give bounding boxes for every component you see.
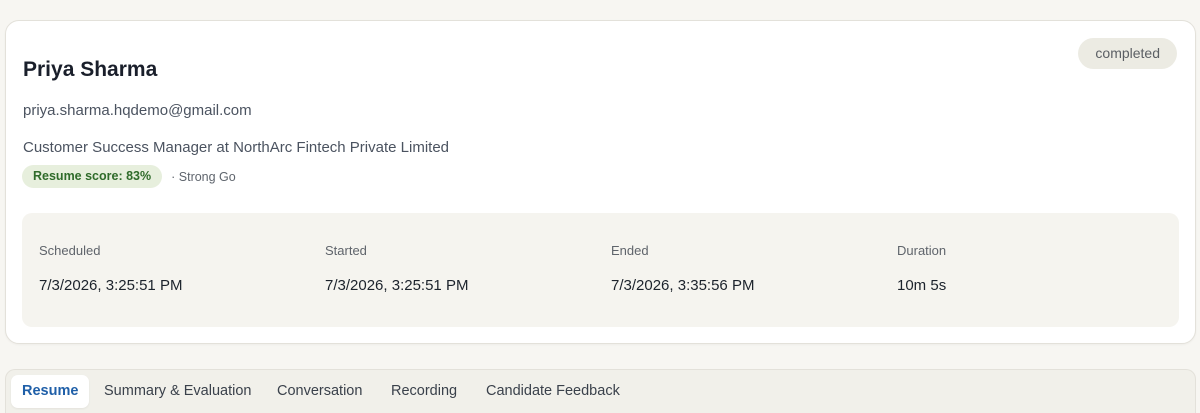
tab-conversation[interactable]: Conversation bbox=[266, 375, 373, 408]
candidate-role: Customer Success Manager at NorthArc Fin… bbox=[23, 139, 449, 156]
detail-value: 7/3/2026, 3:25:51 PM bbox=[325, 277, 469, 294]
tab-candidate-feedback[interactable]: Candidate Feedback bbox=[475, 375, 631, 408]
detail-value: 10m 5s bbox=[897, 277, 947, 294]
tab-bar: Resume Summary & Evaluation Conversation… bbox=[5, 369, 1196, 413]
detail-label: Started bbox=[325, 243, 367, 258]
tab-recording[interactable]: Recording bbox=[380, 375, 468, 408]
candidate-email: priya.sharma.hqdemo@gmail.com bbox=[23, 102, 252, 119]
detail-label: Scheduled bbox=[39, 243, 101, 258]
candidate-name: Priya Sharma bbox=[23, 58, 158, 81]
status-badge: completed bbox=[1078, 38, 1177, 69]
tab-summary-evaluation[interactable]: Summary & Evaluation bbox=[93, 375, 262, 408]
interview-details-panel: Scheduled 7/3/2026, 3:25:51 PM Started 7… bbox=[22, 213, 1179, 327]
detail-label: Duration bbox=[897, 243, 947, 258]
tab-resume[interactable]: Resume bbox=[11, 375, 90, 408]
recommendation-text: · Strong Go bbox=[171, 169, 236, 184]
detail-value: 7/3/2026, 3:25:51 PM bbox=[39, 277, 183, 294]
detail-label: Ended bbox=[611, 243, 649, 258]
resume-score-badge: Resume score: 83% bbox=[22, 165, 163, 188]
score-row: Resume score: 83% · Strong Go bbox=[22, 165, 236, 188]
detail-value: 7/3/2026, 3:35:56 PM bbox=[611, 277, 755, 294]
candidate-card: completed Priya Sharma priya.sharma.hqde… bbox=[5, 20, 1196, 344]
